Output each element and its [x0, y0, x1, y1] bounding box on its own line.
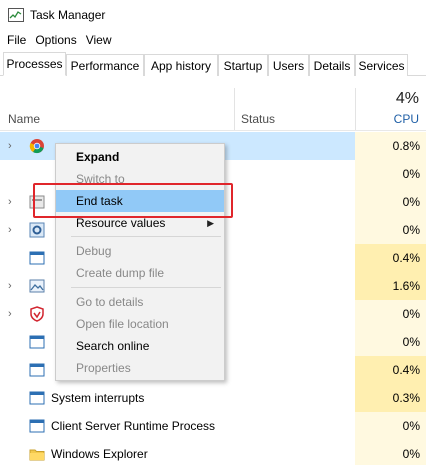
- menu-item-properties: Properties: [76, 361, 131, 375]
- window-icon: [29, 419, 45, 433]
- tab-details[interactable]: Details: [309, 54, 355, 76]
- menu-item-search-online[interactable]: Search online: [56, 335, 224, 357]
- menu-view[interactable]: View: [85, 33, 118, 47]
- menu-item-create-dump-file: Create dump file: [76, 266, 165, 280]
- shield-icon: [30, 306, 44, 322]
- folder-icon: [29, 449, 45, 461]
- cpu-total: 4%: [395, 90, 419, 107]
- cpu-value: 0%: [355, 328, 426, 356]
- window-icon: [29, 251, 45, 265]
- tab-startup[interactable]: Startup: [218, 54, 268, 76]
- cpu-value: 1.6%: [355, 272, 426, 300]
- menu-item-debug: Debug: [76, 244, 112, 258]
- column-divider[interactable]: [355, 88, 356, 130]
- tab-processes[interactable]: Processes: [3, 52, 66, 76]
- table-row[interactable]: Client Server Runtime Process 0%: [0, 412, 426, 440]
- menu-item-go-to-details: Go to details: [76, 295, 144, 309]
- process-name: System interrupts: [51, 391, 145, 405]
- context-menu: Expand Switch to End task Resource value…: [55, 143, 225, 381]
- cpu-value: 0%: [355, 412, 426, 440]
- column-cpu[interactable]: CPU: [394, 112, 419, 126]
- window-icon: [29, 391, 45, 405]
- column-status[interactable]: Status: [241, 112, 275, 126]
- tab-services[interactable]: Services: [355, 54, 408, 76]
- cpu-value: 0%: [355, 216, 426, 244]
- process-name: Windows Explorer: [51, 447, 148, 461]
- process-name: Client Server Runtime Process: [51, 419, 216, 433]
- column-name[interactable]: Name: [8, 112, 40, 126]
- menu-options[interactable]: Options: [34, 33, 82, 47]
- photo-icon: [29, 279, 45, 293]
- window-icon: [29, 363, 45, 377]
- cpu-value: 0%: [355, 160, 426, 188]
- cpu-value: 0.3%: [355, 384, 426, 412]
- chevron-right-icon[interactable]: ›: [8, 280, 16, 292]
- cpu-value: 0%: [355, 300, 426, 328]
- title-bar: Task Manager: [0, 0, 426, 30]
- cpu-value: 0.8%: [355, 132, 426, 160]
- menu-item-open-file-location: Open file location: [76, 317, 169, 331]
- table-row[interactable]: Windows Explorer 0%: [0, 440, 426, 465]
- chevron-right-icon[interactable]: ›: [8, 140, 16, 152]
- chevron-right-icon[interactable]: ›: [8, 196, 16, 208]
- menu-item-label: Resource values: [76, 216, 166, 230]
- window-icon: [29, 335, 45, 349]
- chevron-right-icon[interactable]: ›: [8, 224, 16, 236]
- settings-icon: [29, 222, 45, 238]
- tab-app-history[interactable]: App history: [144, 54, 218, 76]
- cpu-value: 0%: [355, 188, 426, 216]
- menu-item-expand[interactable]: Expand: [56, 146, 224, 168]
- tab-users[interactable]: Users: [268, 54, 309, 76]
- menu-separator: [71, 287, 221, 288]
- cpu-value: 0.4%: [355, 244, 426, 272]
- task-manager-icon: [8, 8, 24, 22]
- cpu-value: 0%: [355, 440, 426, 465]
- window-title: Task Manager: [30, 8, 106, 22]
- menu-separator: [71, 236, 221, 237]
- cpu-value: 0.4%: [355, 356, 426, 384]
- menu-file[interactable]: File: [6, 33, 32, 47]
- chevron-right-icon[interactable]: ›: [8, 308, 16, 320]
- tab-strip: Processes Performance App history Startu…: [0, 52, 426, 76]
- highlight-annotation: [33, 183, 233, 218]
- column-header: Name Status 4% CPU: [0, 76, 426, 131]
- chrome-icon: [29, 139, 44, 154]
- table-row[interactable]: System interrupts 0.3%: [0, 384, 426, 412]
- column-divider[interactable]: [234, 88, 235, 130]
- menu-bar: File Options View: [0, 30, 426, 50]
- tab-performance[interactable]: Performance: [66, 54, 144, 76]
